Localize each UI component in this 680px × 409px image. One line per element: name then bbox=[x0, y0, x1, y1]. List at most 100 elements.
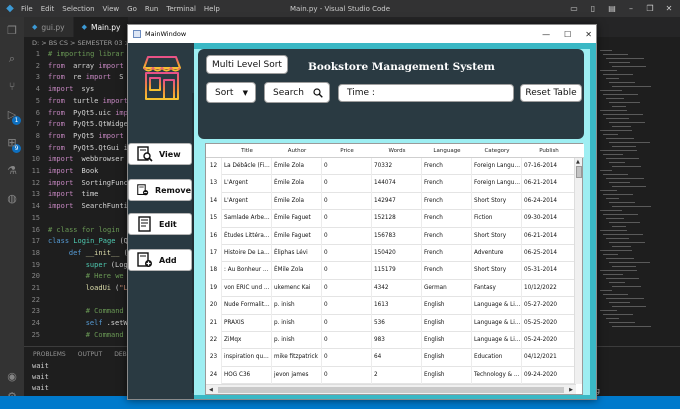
row-number[interactable]: 16 bbox=[206, 227, 222, 245]
row-number[interactable]: 23 bbox=[206, 349, 222, 367]
table-cell[interactable]: 0 bbox=[322, 279, 372, 298]
table-cell[interactable]: French bbox=[422, 262, 472, 280]
table-cell[interactable]: 983 bbox=[372, 332, 422, 350]
table-cell[interactable]: Nude Formalities bbox=[222, 297, 272, 315]
code-line[interactable]: 24 self .setWi bbox=[24, 319, 132, 331]
reset-table-button[interactable]: Reset Table bbox=[520, 84, 582, 102]
table-cell[interactable]: 0 bbox=[322, 175, 372, 193]
table-cell[interactable]: PRAXIS bbox=[222, 314, 272, 332]
row-number[interactable]: 13 bbox=[206, 175, 222, 193]
code-line[interactable]: 8 from PyQt5 import bbox=[24, 132, 124, 144]
code-line[interactable]: 7 from PyQt5.QtWidge bbox=[24, 120, 128, 132]
table-cell[interactable]: Émile Zola bbox=[272, 192, 322, 211]
table-cell[interactable]: 0 bbox=[322, 262, 372, 280]
scroll-up-icon[interactable]: ▲ bbox=[576, 158, 580, 166]
extensions-icon[interactable]: ⊞ bbox=[4, 135, 20, 151]
column-header[interactable]: Author bbox=[272, 144, 322, 158]
table-cell[interactable]: 0 bbox=[322, 314, 372, 332]
table-cell[interactable]: 05-31-2014 bbox=[522, 262, 576, 280]
table-cell[interactable]: 70332 bbox=[372, 158, 422, 176]
table-row[interactable]: 19 von ERIC und s... ukemenc Kai 0 4342 Germa… bbox=[206, 279, 576, 298]
table-cell[interactable]: 115179 bbox=[372, 262, 422, 280]
layout-icon[interactable]: ▯ bbox=[586, 4, 600, 13]
table-cell[interactable]: Language & Lit... bbox=[472, 297, 522, 315]
column-header[interactable]: Price bbox=[322, 144, 372, 158]
remove-button[interactable]: Remove bbox=[128, 179, 192, 201]
table-row[interactable]: 13 L'Argent Émile Zola 0 144074 French Foreign… bbox=[206, 175, 576, 193]
table-cell[interactable]: : Au Bonheur D... bbox=[222, 262, 272, 280]
menu-edit[interactable]: Edit bbox=[41, 5, 55, 13]
table-cell[interactable]: 150420 bbox=[372, 245, 422, 263]
table-cell[interactable]: English bbox=[422, 366, 472, 385]
menu-view[interactable]: View bbox=[103, 5, 120, 13]
table-cell[interactable]: Language & Lit... bbox=[472, 332, 522, 350]
table-cell[interactable]: 05-25-2020 bbox=[522, 314, 576, 332]
minimap[interactable] bbox=[600, 50, 668, 346]
table-cell[interactable]: English bbox=[422, 332, 472, 350]
table-cell[interactable]: English bbox=[422, 314, 472, 332]
table-row[interactable]: 16 Études Littérair... Émile Faguet 0 156783… bbox=[206, 227, 576, 245]
table-cell[interactable]: ukemenc Kai bbox=[272, 279, 322, 298]
table-row[interactable]: 22 ZiMqx p. inish 0 983 English Language & Lit… bbox=[206, 332, 576, 350]
menu-go[interactable]: Go bbox=[127, 5, 137, 13]
row-number[interactable]: 21 bbox=[206, 314, 222, 332]
table-cell[interactable]: p. inish bbox=[272, 297, 322, 315]
table-cell[interactable]: 0 bbox=[322, 192, 372, 211]
row-number[interactable]: 18 bbox=[206, 262, 222, 280]
testing-icon[interactable]: ⚗ bbox=[4, 163, 20, 179]
scroll-thumb[interactable] bbox=[218, 387, 564, 393]
explorer-icon[interactable]: ❐ bbox=[4, 23, 20, 39]
table-cell[interactable]: 0 bbox=[322, 158, 372, 176]
table-cell[interactable]: 05-24-2020 bbox=[522, 332, 576, 350]
scroll-thumb[interactable] bbox=[576, 166, 582, 178]
table-cell[interactable]: ZiMqx bbox=[222, 332, 272, 350]
code-line[interactable]: 9 from PyQt5.QtGui i bbox=[24, 144, 128, 156]
table-cell[interactable]: Foreign Langua... bbox=[472, 175, 522, 193]
layout-icon[interactable]: ▭ bbox=[567, 4, 581, 13]
row-number[interactable]: 14 bbox=[206, 192, 222, 211]
code-line[interactable]: 6 from PyQt5.uic imp bbox=[24, 109, 128, 121]
column-header[interactable]: Title bbox=[222, 144, 272, 158]
scroll-left-icon[interactable]: ◀ bbox=[209, 386, 213, 394]
sort-dropdown[interactable]: Sort ▼ bbox=[206, 82, 256, 103]
table-cell[interactable]: Language & Lit... bbox=[472, 314, 522, 332]
column-header[interactable]: Category bbox=[472, 144, 522, 158]
table-cell[interactable]: Histoire De La ... bbox=[222, 245, 272, 263]
code-line[interactable]: 20 # Here we bbox=[24, 272, 124, 284]
table-cell[interactable]: Short Story bbox=[472, 262, 522, 280]
row-number[interactable]: 17 bbox=[206, 245, 222, 263]
table-cell[interactable]: Fantasy bbox=[472, 279, 522, 298]
table-cell[interactable]: Fiction bbox=[472, 210, 522, 228]
table-cell[interactable]: L'Argent bbox=[222, 192, 272, 211]
search-button[interactable]: Search bbox=[264, 82, 330, 103]
table-cell[interactable]: 09-30-2014 bbox=[522, 210, 576, 228]
table-cell[interactable]: ÉMile Zola bbox=[272, 262, 322, 280]
code-line[interactable]: 21 loadUi ("Lo bbox=[24, 284, 132, 296]
code-line[interactable]: 25 # Command bbox=[24, 331, 124, 343]
table-row[interactable]: 23 inspiration quo... mike fitzpatrick 0 64 E… bbox=[206, 349, 576, 367]
table-cell[interactable]: mike fitzpatrick bbox=[272, 349, 322, 367]
table-row[interactable]: 20 Nude Formalities p. inish 0 1613 English La… bbox=[206, 297, 576, 315]
maximize-icon[interactable]: ☐ bbox=[564, 30, 571, 39]
table-cell[interactable]: 0 bbox=[322, 210, 372, 228]
column-header[interactable]: Language bbox=[422, 144, 472, 158]
close-icon[interactable]: ✕ bbox=[662, 4, 676, 13]
code-line[interactable]: 1 # importing librar bbox=[24, 50, 124, 62]
column-header[interactable]: Publish bbox=[522, 144, 576, 158]
row-number[interactable]: 12 bbox=[206, 158, 222, 176]
table-cell[interactable]: HOG C36 bbox=[222, 366, 272, 385]
tab-gui-py[interactable]: ◆ gui.py bbox=[24, 17, 74, 37]
table-cell[interactable]: French bbox=[422, 158, 472, 176]
close-icon[interactable]: ✕ bbox=[585, 30, 592, 39]
add-button[interactable]: Add bbox=[128, 249, 192, 271]
table-cell[interactable]: Education bbox=[472, 349, 522, 367]
vertical-scrollbar[interactable]: ▲ bbox=[574, 158, 582, 384]
code-line[interactable]: 22 bbox=[24, 296, 48, 308]
row-number[interactable]: 19 bbox=[206, 279, 222, 298]
table-cell[interactable]: Émile Faguet bbox=[272, 227, 322, 245]
maximize-icon[interactable]: ❐ bbox=[643, 4, 657, 13]
table-cell[interactable]: Études Littérair... bbox=[222, 227, 272, 245]
table-cell[interactable]: inspiration quo... bbox=[222, 349, 272, 367]
row-number[interactable]: 24 bbox=[206, 366, 222, 385]
table-cell[interactable]: 0 bbox=[322, 245, 372, 263]
